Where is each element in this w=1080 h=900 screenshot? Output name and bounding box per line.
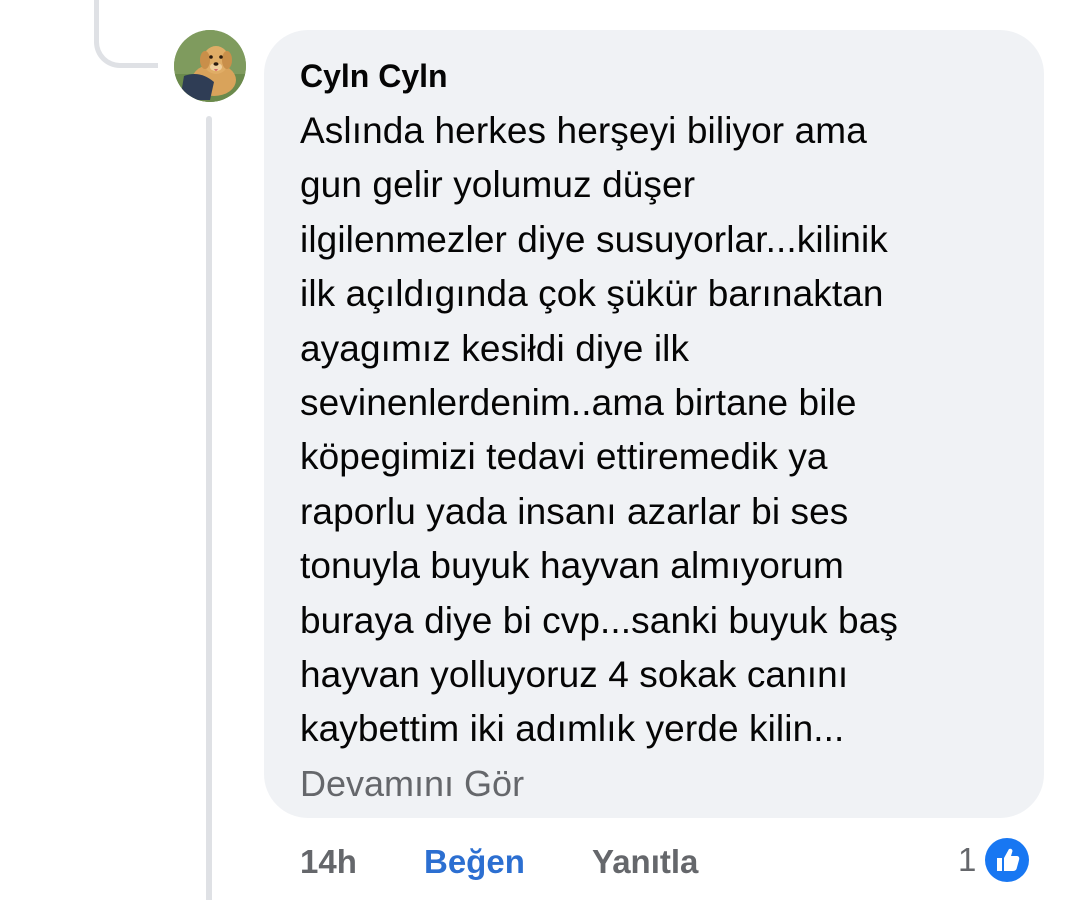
like-button[interactable]: Beğen (424, 838, 525, 886)
like-thumb-icon (982, 835, 1033, 885)
thread-connector-curve (94, 0, 158, 68)
comment-actions: 14h Beğen Yanıtla 1 (0, 835, 1080, 888)
reaction-summary[interactable]: 1 (958, 834, 1033, 886)
reaction-count: 1 (958, 841, 977, 878)
comment-author[interactable]: Cyln Cyln (300, 56, 1008, 96)
comment-timestamp[interactable]: 14h (300, 838, 357, 886)
dog-photo-icon (174, 30, 246, 102)
comment-bubble: Cyln Cyln Aslında herkes herşeyi biliyor… (264, 30, 1044, 818)
see-more-link[interactable]: Devamını Gör (300, 757, 1008, 811)
comment-thread: Cyln Cyln Aslında herkes herşeyi biliyor… (0, 0, 1080, 900)
reply-button[interactable]: Yanıtla (592, 838, 698, 886)
comment-text: Aslında herkes herşeyi biliyor ama gun g… (300, 110, 898, 750)
thread-connector-line (206, 116, 212, 900)
avatar[interactable] (174, 30, 246, 102)
